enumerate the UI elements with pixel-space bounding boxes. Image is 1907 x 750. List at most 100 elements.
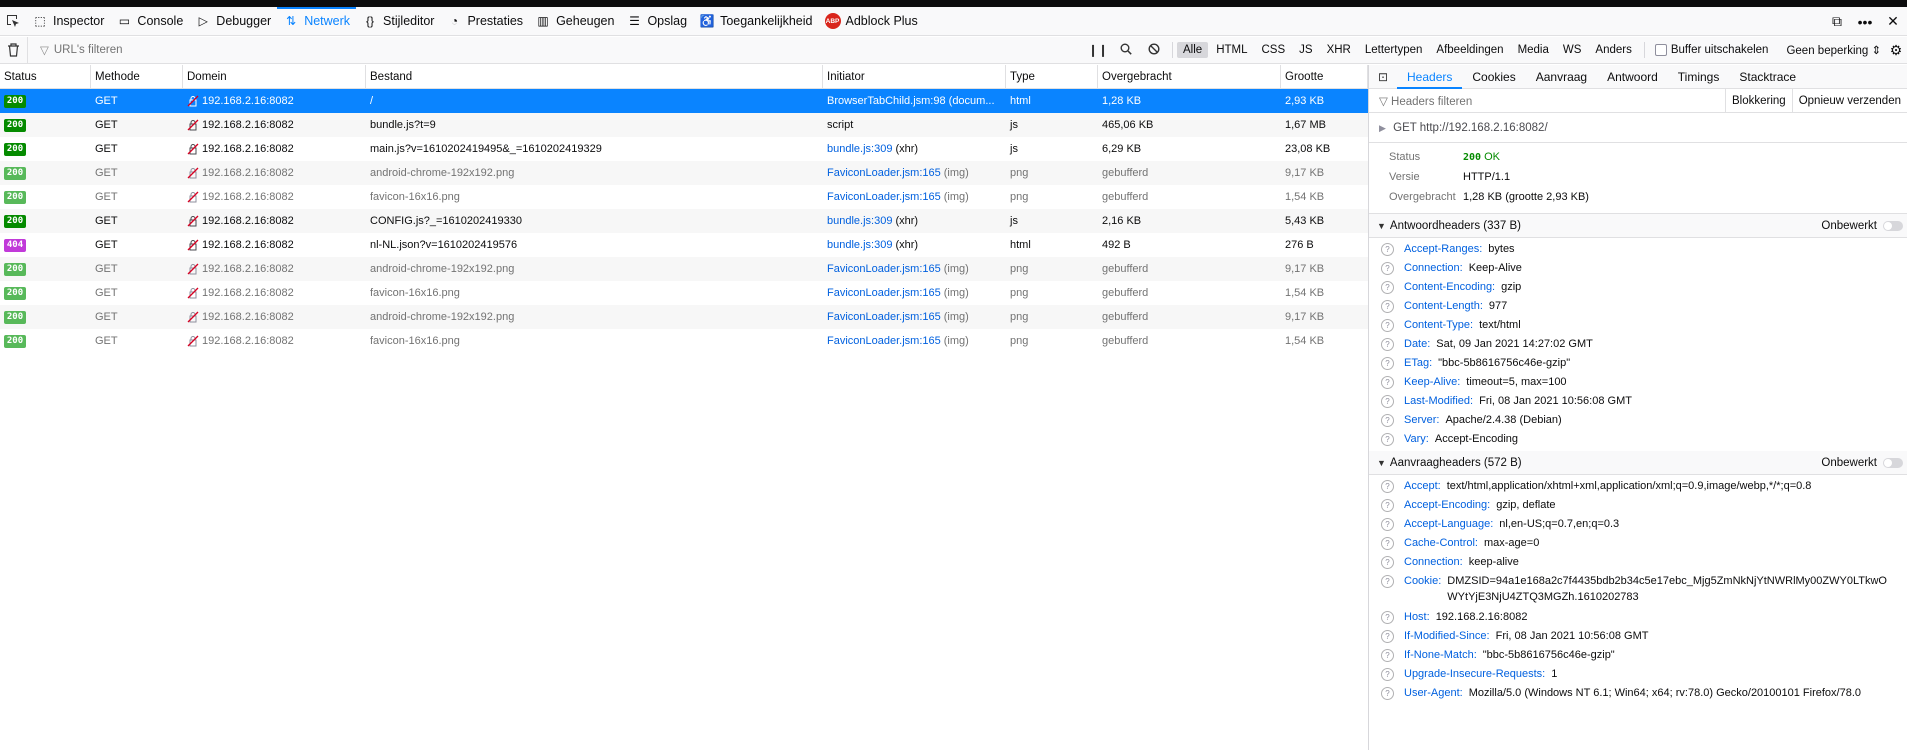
table-row[interactable]: 200 GET 192.168.2.16:8082 favicon-16x16.png…	[0, 281, 1368, 305]
initiator-text[interactable]: FaviconLoader.jsm:165	[827, 263, 941, 275]
response-headers-section[interactable]: ▼ Antwoordheaders (337 B) Onbewerkt	[1369, 214, 1907, 238]
initiator-text[interactable]: FaviconLoader.jsm:165	[827, 191, 941, 203]
disable-cache-checkbox[interactable]: Buffer uitschakelen	[1654, 44, 1768, 56]
filter-type-html[interactable]: HTML	[1210, 42, 1253, 58]
url-filter-input[interactable]: ▽ URL's filteren	[28, 37, 1084, 64]
column-header-status[interactable]: Status	[0, 65, 91, 89]
block-icon[interactable]	[1140, 42, 1168, 58]
clear-button[interactable]	[0, 36, 28, 64]
help-icon[interactable]: ?	[1381, 262, 1394, 275]
table-row[interactable]: 200 GET 192.168.2.16:8082 android-chrome-19…	[0, 161, 1368, 185]
block-button[interactable]: Blokkering	[1725, 88, 1792, 113]
initiator-text[interactable]: FaviconLoader.jsm:165	[827, 287, 941, 299]
help-icon[interactable]: ?	[1381, 319, 1394, 332]
help-icon[interactable]: ?	[1381, 376, 1394, 389]
column-header-grootte[interactable]: Grootte	[1281, 65, 1368, 89]
headers-filter-input[interactable]: ▽ Headers filteren	[1369, 94, 1725, 108]
close-icon[interactable]: ✕	[1879, 13, 1907, 30]
table-row[interactable]: 200 GET 192.168.2.16:8082 / BrowserTabChild.…	[0, 89, 1368, 113]
help-icon[interactable]: ?	[1381, 556, 1394, 569]
tab-headers[interactable]: Headers	[1397, 65, 1463, 89]
tab-timings[interactable]: Timings	[1668, 65, 1730, 89]
more-options-icon[interactable]: •••	[1851, 14, 1879, 30]
help-icon[interactable]: ?	[1381, 668, 1394, 681]
tab-console[interactable]: ▭ Console	[110, 7, 189, 36]
tab-adblock-plus[interactable]: ABP Adblock Plus	[819, 7, 924, 36]
tab-debugger[interactable]: ▷ Debugger	[189, 7, 277, 36]
help-icon[interactable]: ?	[1381, 649, 1394, 662]
gear-icon[interactable]: ⚙	[1885, 42, 1907, 59]
checkbox-box[interactable]	[1654, 44, 1667, 56]
help-icon[interactable]: ?	[1381, 433, 1394, 446]
pause-icon[interactable]: ❙❙	[1084, 43, 1112, 57]
help-icon[interactable]: ?	[1381, 687, 1394, 700]
initiator-text[interactable]: FaviconLoader.jsm:165	[827, 311, 941, 323]
table-row[interactable]: 200 GET 192.168.2.16:8082 favicon-16x16.png…	[0, 185, 1368, 209]
help-icon[interactable]: ?	[1381, 357, 1394, 370]
filter-type-anders[interactable]: Anders	[1589, 42, 1637, 58]
initiator-text[interactable]: FaviconLoader.jsm:165	[827, 167, 941, 179]
help-icon[interactable]: ?	[1381, 518, 1394, 531]
element-picker-button[interactable]	[0, 7, 26, 36]
help-icon[interactable]: ?	[1381, 575, 1394, 588]
initiator-text[interactable]: bundle.js:309	[827, 143, 892, 155]
tab-opslag[interactable]: ☰ Opslag	[620, 7, 693, 36]
filter-type-media[interactable]: Media	[1512, 42, 1555, 58]
help-icon[interactable]: ?	[1381, 480, 1394, 493]
help-icon[interactable]: ?	[1381, 537, 1394, 550]
column-header-type[interactable]: Type	[1006, 65, 1098, 89]
help-icon[interactable]: ?	[1381, 414, 1394, 427]
filter-type-lettertypen[interactable]: Lettertypen	[1359, 42, 1429, 58]
tab-toegankelijkheid[interactable]: ♿ Toegankelijkheid	[693, 7, 818, 36]
tab-antwoord[interactable]: Antwoord	[1597, 65, 1668, 89]
raw-toggle[interactable]: Onbewerkt	[1821, 220, 1907, 232]
request-url-row[interactable]: ▶ GET http://192.168.2.16:8082/	[1369, 113, 1907, 143]
tab-geheugen[interactable]: ▥ Geheugen	[529, 7, 620, 36]
table-row[interactable]: 200 GET 192.168.2.16:8082 CONFIG.js?_=16102…	[0, 209, 1368, 233]
tab-inspector[interactable]: ⬚ Inspector	[26, 7, 110, 36]
help-icon[interactable]: ?	[1381, 281, 1394, 294]
toggle-switch[interactable]	[1883, 220, 1903, 231]
filter-type-afbeeldingen[interactable]: Afbeeldingen	[1430, 42, 1509, 58]
table-row[interactable]: 200 GET 192.168.2.16:8082 android-chrome-19…	[0, 257, 1368, 281]
help-icon[interactable]: ?	[1381, 611, 1394, 624]
column-header-overgebracht[interactable]: Overgebracht	[1098, 65, 1281, 89]
tab-netwerk[interactable]: ⇅ Netwerk	[277, 6, 356, 36]
help-icon[interactable]: ?	[1381, 243, 1394, 256]
table-row[interactable]: 200 GET 192.168.2.16:8082 android-chrome-19…	[0, 305, 1368, 329]
column-header-initiator[interactable]: Initiator	[823, 65, 1006, 89]
toggle-switch[interactable]	[1883, 457, 1903, 468]
filter-type-css[interactable]: CSS	[1256, 42, 1292, 58]
table-row[interactable]: 404 GET 192.168.2.16:8082 nl-NL.json?v=1610…	[0, 233, 1368, 257]
tab-aanvraag[interactable]: Aanvraag	[1526, 65, 1597, 89]
help-icon[interactable]: ?	[1381, 338, 1394, 351]
column-header-methode[interactable]: Methode	[91, 65, 183, 89]
help-icon[interactable]: ?	[1381, 395, 1394, 408]
tab-stijleditor[interactable]: {} Stijleditor	[356, 7, 440, 36]
filter-type-js[interactable]: JS	[1293, 42, 1318, 58]
table-row[interactable]: 200 GET 192.168.2.16:8082 bundle.js?t=9 scri…	[0, 113, 1368, 137]
tab-stacktrace[interactable]: Stacktrace	[1729, 65, 1806, 89]
throttling-select[interactable]: Geen beperking ⇕	[1786, 43, 1881, 57]
filter-type-alle[interactable]: Alle	[1177, 42, 1209, 58]
column-header-bestand[interactable]: Bestand	[366, 65, 823, 89]
dock-toggle-icon[interactable]: ⧉	[1823, 13, 1851, 30]
help-icon[interactable]: ?	[1381, 499, 1394, 512]
table-row[interactable]: 200 GET 192.168.2.16:8082 main.js?v=1610202…	[0, 137, 1368, 161]
help-icon[interactable]: ?	[1381, 630, 1394, 643]
table-row[interactable]: 200 GET 192.168.2.16:8082 favicon-16x16.png…	[0, 329, 1368, 353]
tab-cookies[interactable]: Cookies	[1462, 65, 1525, 89]
tab-prestaties[interactable]: ◔ Prestaties	[440, 7, 529, 36]
initiator-text[interactable]: bundle.js:309	[827, 215, 892, 227]
search-icon[interactable]	[1112, 43, 1140, 58]
raw-toggle[interactable]: Onbewerkt	[1821, 457, 1907, 469]
resend-button[interactable]: Opnieuw verzenden	[1791, 88, 1907, 113]
column-header-domein[interactable]: Domein	[183, 65, 366, 89]
panel-toggle-icon[interactable]: ⊡	[1369, 70, 1397, 84]
request-headers-section[interactable]: ▼ Aanvraagheaders (572 B) Onbewerkt	[1369, 451, 1907, 475]
initiator-text[interactable]: FaviconLoader.jsm:165	[827, 335, 941, 347]
filter-type-xhr[interactable]: XHR	[1321, 42, 1357, 58]
initiator-text[interactable]: bundle.js:309	[827, 239, 892, 251]
filter-type-ws[interactable]: WS	[1557, 42, 1588, 58]
help-icon[interactable]: ?	[1381, 300, 1394, 313]
